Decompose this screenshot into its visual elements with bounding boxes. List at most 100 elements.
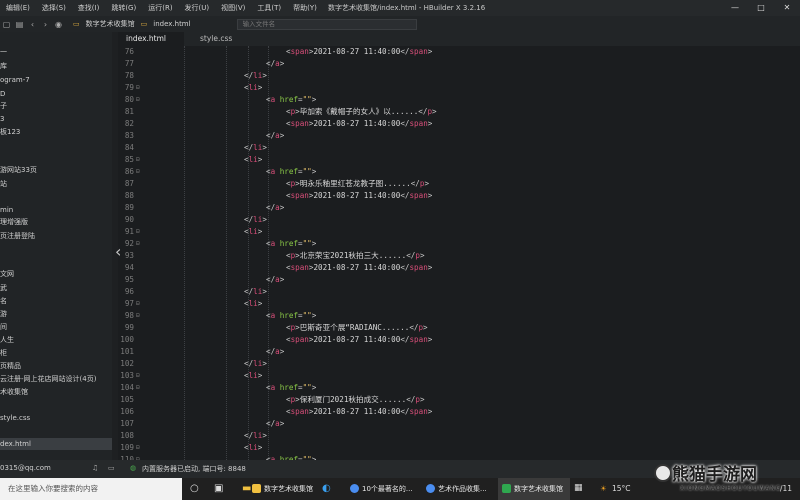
minimize-icon[interactable]: — <box>722 0 748 16</box>
code-line[interactable]: 82 <span>2021-08-27 11:40:00</span> <box>118 118 800 130</box>
code-line[interactable]: 88 <span>2021-08-27 11:40:00</span> <box>118 190 800 202</box>
tree-item[interactable]: 人生 <box>0 334 110 346</box>
tree-item[interactable]: 一 <box>0 46 110 58</box>
collapse-sidebar-icon[interactable]: ‹ <box>115 242 121 261</box>
code-line[interactable]: 109 ⊟ <li> <box>118 442 800 454</box>
fold-icon[interactable]: ⊟ <box>136 382 140 394</box>
taskbar-app-browser-1[interactable]: 10个最著名的... <box>346 478 420 500</box>
menu-help[interactable]: 帮助(Y) <box>287 3 323 13</box>
code-line[interactable]: 100 <span>2021-08-27 11:40:00</span> <box>118 334 800 346</box>
code-line[interactable]: 101 </a> <box>118 346 800 358</box>
tree-item[interactable]: 名 <box>0 295 110 307</box>
taskbar-app-explorer[interactable]: 数字艺术收集馆 <box>248 478 318 500</box>
code-line[interactable]: 83 </a> <box>118 130 800 142</box>
taskbar-app-hbuilder[interactable]: 数字艺术收集馆 <box>498 478 570 500</box>
code-line[interactable]: 93 <p>北京荣宝2021秋拍三大......</p> <box>118 250 800 262</box>
code-line[interactable]: 95 </a> <box>118 274 800 286</box>
tree-item[interactable]: ogram-7 <box>0 74 110 86</box>
tree-item[interactable]: 文网 <box>0 268 110 280</box>
tree-item[interactable]: 游 <box>0 308 110 320</box>
code-line[interactable]: 96 </li> <box>118 286 800 298</box>
menu-edit[interactable]: 编辑(E) <box>0 3 36 13</box>
terminal-icon[interactable]: ▦ <box>574 483 583 493</box>
tree-item[interactable]: 云注册-网上花店网站设计(4页) <box>0 373 110 385</box>
bell-icon[interactable]: ♫ <box>92 464 98 472</box>
menu-view[interactable]: 视图(V) <box>215 3 251 13</box>
menu-find[interactable]: 查找(I) <box>72 3 106 13</box>
code-line[interactable]: 107 </a> <box>118 418 800 430</box>
fold-icon[interactable]: ⊟ <box>136 226 140 238</box>
fold-icon[interactable]: ⊟ <box>136 154 140 166</box>
task-view-icon[interactable]: ▣ <box>214 483 223 494</box>
tree-item[interactable]: 库 <box>0 60 110 72</box>
code-area[interactable]: 76 <span>2021-08-27 11:40:00</span> 77 </a>… <box>118 46 800 460</box>
taskbar-app-browser-2[interactable]: 艺术作品收集... <box>422 478 494 500</box>
code-line[interactable]: 104 ⊟ <a href=""> <box>118 382 800 394</box>
tree-item[interactable]: 游网站33页 <box>0 164 110 176</box>
fold-icon[interactable]: ⊟ <box>136 238 140 250</box>
tree-item[interactable]: 板123 <box>0 126 110 138</box>
fold-icon[interactable]: ⊟ <box>136 82 140 94</box>
code-line[interactable]: 106 <span>2021-08-27 11:40:00</span> <box>118 406 800 418</box>
account-email[interactable]: 0315@qq.com <box>0 464 51 472</box>
breadcrumb-file[interactable]: index.html <box>153 20 190 28</box>
tree-item[interactable]: min <box>0 204 110 216</box>
code-line[interactable]: 79 ⊟ <li> <box>118 82 800 94</box>
code-line[interactable]: 89 </a> <box>118 202 800 214</box>
code-line[interactable]: 99 <p>巴斯奇亚个展“RADIANC......</p> <box>118 322 800 334</box>
tab-style-css[interactable]: style.css <box>192 32 240 46</box>
forward-icon[interactable]: › <box>39 20 52 29</box>
tree-item[interactable]: 子 <box>0 100 110 112</box>
tree-item[interactable]: 术收集馆 <box>0 386 110 398</box>
code-line[interactable]: 97 ⊟ <li> <box>118 298 800 310</box>
tree-item[interactable]: D <box>0 88 110 100</box>
code-line[interactable]: 81 <p>毕加索《戴帽子的女人》以......</p> <box>118 106 800 118</box>
code-line[interactable]: 92 ⊟ <a href=""> <box>118 238 800 250</box>
code-line[interactable]: 102 </li> <box>118 358 800 370</box>
tree-item[interactable]: 页精品 <box>0 360 110 372</box>
fold-icon[interactable]: ⊟ <box>136 370 140 382</box>
menu-goto[interactable]: 跳转(G) <box>105 3 142 13</box>
tab-index-html[interactable]: index.html <box>118 32 184 46</box>
tree-item[interactable]: 武 <box>0 282 110 294</box>
code-line[interactable]: 94 <span>2021-08-27 11:40:00</span> <box>118 262 800 274</box>
maximize-icon[interactable]: □ <box>748 0 774 16</box>
menu-publish[interactable]: 发行(U) <box>179 3 216 13</box>
tree-item[interactable]: 理增强版 <box>0 216 110 228</box>
tree-item[interactable]: dex.html <box>0 438 112 450</box>
run-icon[interactable]: ◉ <box>52 20 65 29</box>
code-line[interactable]: 103 ⊟ <li> <box>118 370 800 382</box>
back-icon[interactable]: ‹ <box>26 20 39 29</box>
code-line[interactable]: 76 <span>2021-08-27 11:40:00</span> <box>118 46 800 58</box>
fold-icon[interactable]: ⊟ <box>136 442 140 454</box>
code-line[interactable]: 87 <p>明永乐釉里红苍龙教子图......</p> <box>118 178 800 190</box>
code-line[interactable]: 90 </li> <box>118 214 800 226</box>
code-line[interactable]: 77 </a> <box>118 58 800 70</box>
save-icon[interactable]: ▤ <box>13 20 26 29</box>
start-search-icon[interactable]: ○ <box>190 483 199 494</box>
close-icon[interactable]: ✕ <box>774 0 800 16</box>
code-line[interactable]: 85 ⊟ <li> <box>118 154 800 166</box>
menu-select[interactable]: 选择(S) <box>36 3 72 13</box>
code-line[interactable]: 98 ⊟ <a href=""> <box>118 310 800 322</box>
edge-icon[interactable]: ◐ <box>322 483 331 494</box>
code-line[interactable]: 108 </li> <box>118 430 800 442</box>
code-line[interactable]: 86 ⊟ <a href=""> <box>118 166 800 178</box>
tree-item[interactable]: 3 <box>0 113 110 125</box>
tree-item[interactable]: style.css <box>0 412 110 424</box>
code-line[interactable]: 91 ⊟ <li> <box>118 226 800 238</box>
tree-item[interactable]: 站 <box>0 178 110 190</box>
code-line[interactable]: 105 <p>保利厦门2021秋拍成交......</p> <box>118 394 800 406</box>
fold-icon[interactable]: ⊟ <box>136 310 140 322</box>
weather-text[interactable]: 15°C <box>612 478 631 500</box>
file-search-input[interactable]: 输入文件名 <box>236 18 417 30</box>
menu-run[interactable]: 运行(R) <box>142 3 178 13</box>
tree-item[interactable]: 页注册登陆 <box>0 230 110 242</box>
code-line[interactable]: 84 </li> <box>118 142 800 154</box>
breadcrumb-project[interactable]: 数字艺术收集馆 <box>86 19 135 29</box>
tree-item[interactable]: 柜 <box>0 347 110 359</box>
code-line[interactable]: 80 ⊟ <a href=""> <box>118 94 800 106</box>
taskbar-search-input[interactable]: 在这里输入你要搜索的内容 <box>0 478 182 500</box>
fold-icon[interactable]: ⊟ <box>136 166 140 178</box>
tree-item[interactable]: 间 <box>0 321 110 333</box>
